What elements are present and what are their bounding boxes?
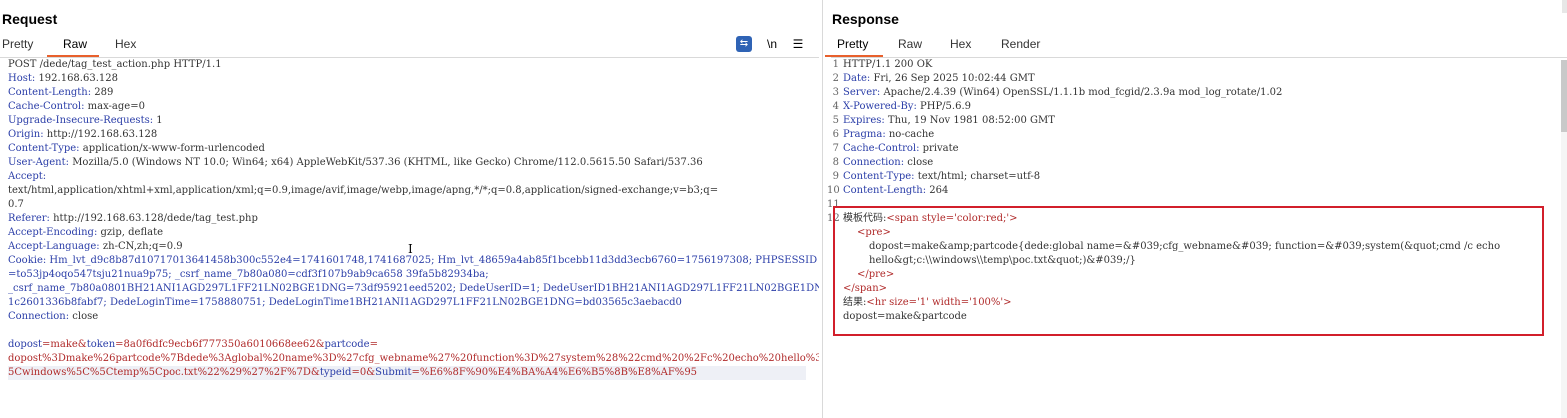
request-header-origin: Origin: http://192.168.63.128: [8, 129, 158, 140]
response-header-x-powered-by: X-Powered-By: PHP/5.6.9: [843, 101, 971, 112]
request-body-line-3: 5Cwindows%5C%5Ctemp%5Cpoc.txt%22%29%27%2…: [8, 366, 806, 380]
request-header-accept-encoding: Accept-Encoding: gzip, deflate: [8, 227, 164, 238]
hamburger-menu-icon[interactable]: ☰: [790, 36, 806, 52]
request-header-content-length: Content-Length: 289: [8, 87, 114, 98]
text-cursor-icon: Ⅰ: [408, 242, 413, 256]
line-number: 2: [832, 73, 839, 84]
tab-raw[interactable]: Raw: [63, 37, 87, 51]
line-number: 6: [832, 129, 839, 140]
request-header-upgrade: Upgrade-Insecure-Requests: 1: [8, 115, 163, 126]
response-scrollbar-thumb[interactable]: [1561, 60, 1567, 132]
response-title: Response: [832, 11, 899, 27]
request-header-cache-control: Cache-Control: max-age=0: [8, 101, 145, 112]
response-header-server: Server: Apache/2.4.39 (Win64) OpenSSL/1.…: [843, 87, 1283, 98]
request-title: Request: [2, 11, 58, 27]
response-scrollbar[interactable]: [1561, 60, 1567, 418]
request-header-content-type: Content-Type: application/x-www-form-url…: [8, 143, 265, 154]
response-header-content-type: Content-Type: text/html; charset=utf-8: [843, 171, 1041, 182]
request-header-cookie: Cookie: Hm_lvt_d9c8b87d10717013641458b30…: [8, 255, 818, 266]
highlight-box: [833, 206, 1544, 336]
request-cookie-cont-1: =to53jp4oqo547tsju21nua9p75; _csrf_name_…: [8, 269, 489, 280]
request-pane: Request Pretty Raw Hex ⇆ \n ☰ POST /dede…: [0, 0, 891, 418]
request-cookie-cont-2: _csrf_name_7b80a0801BH21ANI1AGD297L1FF21…: [8, 283, 840, 294]
tab-render[interactable]: Render: [1001, 37, 1040, 51]
request-tabs: Pretty Raw Hex: [0, 37, 819, 57]
line-number: 10: [827, 185, 840, 196]
line-number: 4: [832, 101, 839, 112]
response-header-content-length: Content-Length: 264: [843, 185, 949, 196]
tab-hex[interactable]: Hex: [950, 37, 971, 51]
response-header-expires: Expires: Thu, 19 Nov 1981 08:52:00 GMT: [843, 115, 1055, 126]
line-number: 3: [832, 87, 839, 98]
tab-hex[interactable]: Hex: [115, 37, 136, 51]
line-number: 9: [832, 171, 839, 182]
request-header-referer: Referer: http://192.168.63.128/dede/tag_…: [8, 213, 258, 224]
response-header-pragma: Pragma: no-cache: [843, 129, 935, 140]
response-header-date: Date: Fri, 26 Sep 2025 10:02:44 GMT: [843, 73, 1035, 84]
line-number: 5: [832, 115, 839, 126]
request-header-accept-language: Accept-Language: zh-CN,zh;q=0.9: [8, 241, 183, 252]
response-header-connection: Connection: close: [843, 157, 934, 168]
request-header-accept: Accept:: [8, 171, 47, 182]
line-number: 7: [832, 143, 839, 154]
request-header-user-agent: User-Agent: Mozilla/5.0 (Windows NT 10.0…: [8, 157, 703, 168]
request-header-connection: Connection: close: [8, 311, 99, 322]
newline-toggle-button[interactable]: \n: [764, 36, 780, 52]
request-header-accept-value-cont: 0.7: [8, 199, 24, 210]
line-number: 8: [832, 157, 839, 168]
tab-raw[interactable]: Raw: [898, 37, 922, 51]
request-body-line-2: dopost%3Dmake%26partcode%7Bdede%3Aglobal…: [8, 353, 891, 364]
wrap-icon[interactable]: ⇆: [736, 36, 752, 52]
request-editor[interactable]: POST /dede/tag_test_action.php HTTP/1.1 …: [0, 58, 891, 418]
pane-splitter-line: [822, 0, 823, 418]
line-number: 1: [832, 59, 839, 70]
request-header-host: Host: 192.168.63.128: [8, 73, 118, 84]
response-header-cache-control: Cache-Control: private: [843, 143, 959, 154]
request-body-line-1: dopost=make&token=8a0f6dfc9ecb6f777350a6…: [8, 339, 378, 350]
request-cookie-cont-3: 1c2601336b8fabf7; DedeLoginTime=17588807…: [8, 297, 682, 308]
tab-pretty[interactable]: Pretty: [2, 37, 33, 51]
scrollbar-top-cap: [1562, 0, 1567, 13]
tab-pretty[interactable]: Pretty: [837, 37, 868, 51]
request-header-accept-value: text/html,application/xhtml+xml,applicat…: [8, 185, 719, 196]
response-status-line: HTTP/1.1 200 OK: [843, 59, 933, 70]
response-tabs: Pretty Raw Hex Render: [825, 37, 1567, 57]
request-line: POST /dede/tag_test_action.php HTTP/1.1: [8, 59, 222, 70]
